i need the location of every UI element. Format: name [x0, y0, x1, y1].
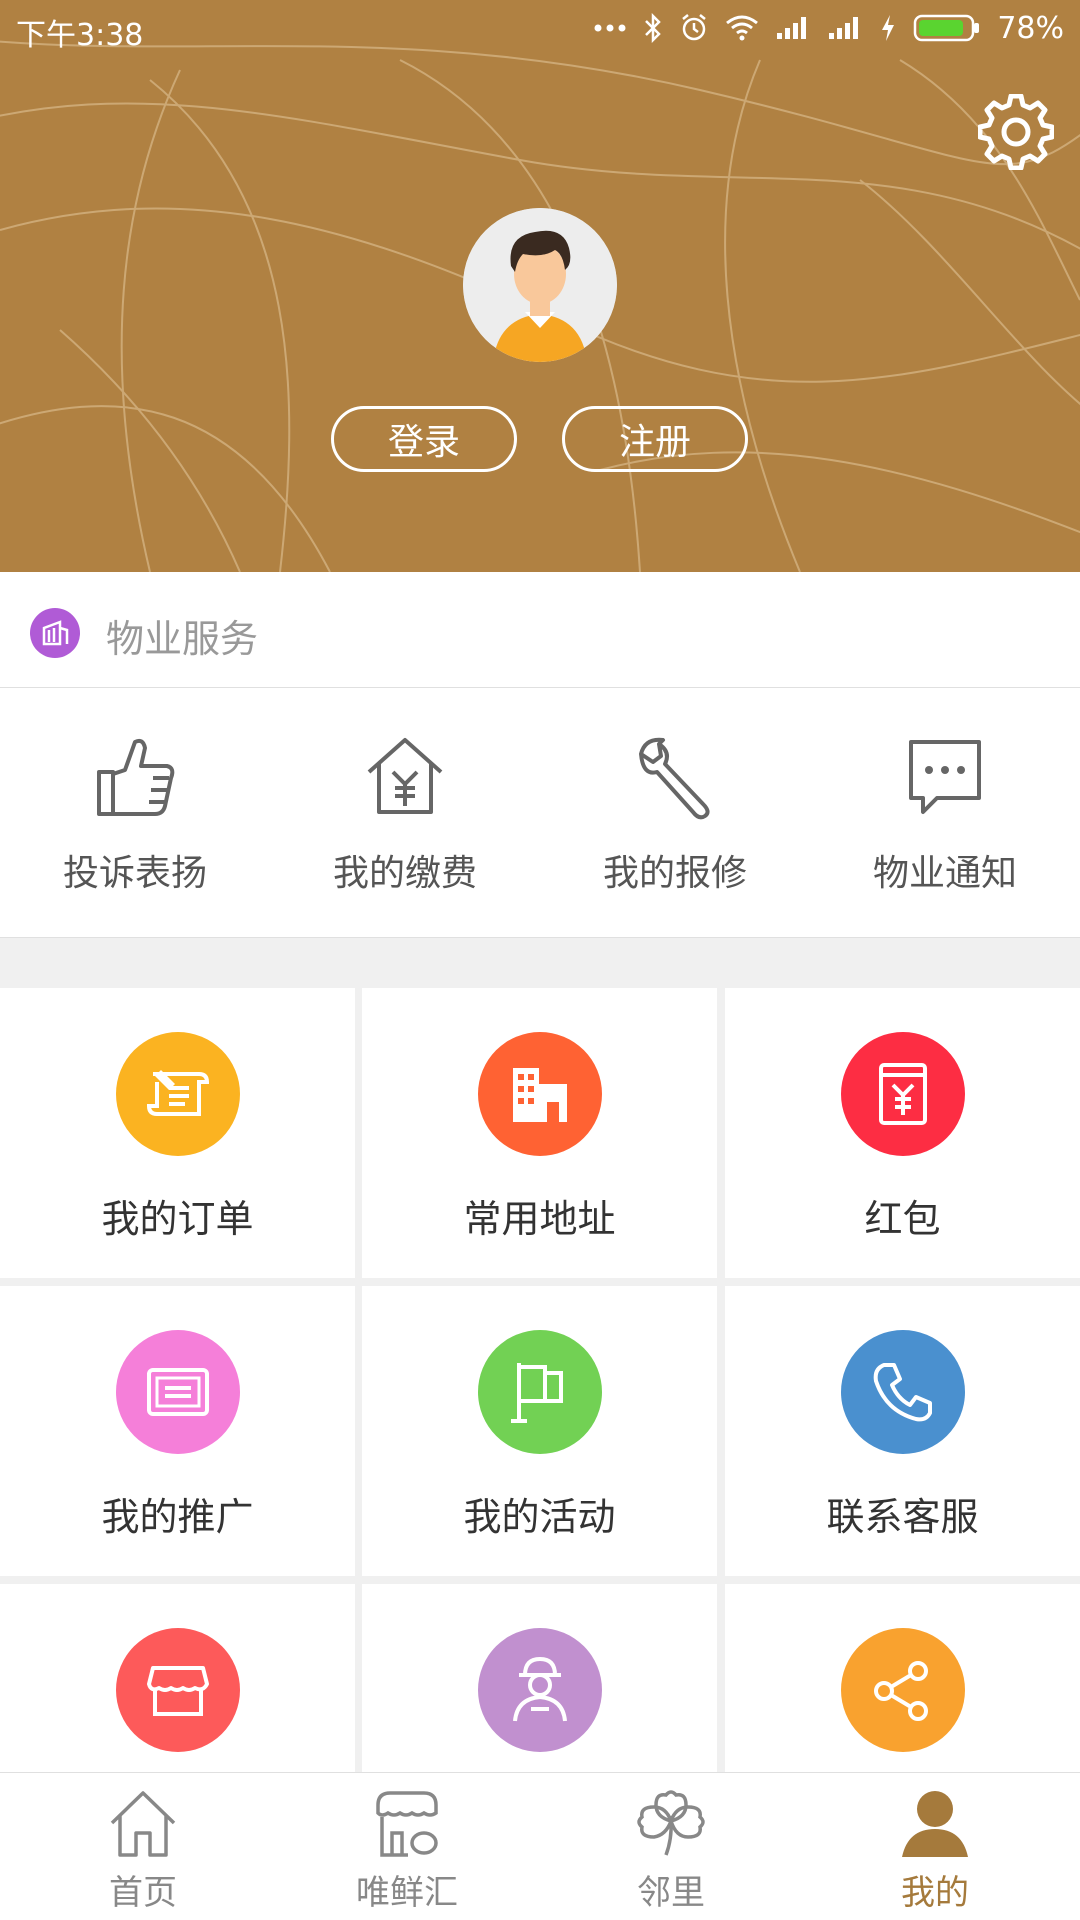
settings-button[interactable]	[977, 93, 1055, 171]
wrench-icon	[639, 737, 710, 820]
property-services-list: 投诉表扬 我的缴费 我的报修 物业通知	[0, 688, 1080, 938]
nav-item-home[interactable]: 首页	[8, 1773, 278, 1920]
property-item-notice[interactable]: 物业通知	[810, 688, 1080, 938]
profile-header: 下午3:38 78% 登录 注册	[0, 0, 1080, 572]
gear-icon	[977, 93, 1055, 171]
grid-item-address[interactable]: 常用地址	[362, 988, 717, 1278]
house-yen-icon	[367, 738, 443, 814]
grid-item-label: 联系客服	[826, 1495, 979, 1539]
nav-label: 唯鲜汇	[356, 1873, 458, 1913]
building-badge-icon	[30, 608, 80, 658]
feature-grid: 我的订单 常用地址 红包 我的推广 我的活动 联系客服	[0, 988, 1080, 1772]
property-item-label: 物业通知	[872, 853, 1017, 894]
property-item-payment[interactable]: 我的缴费	[270, 688, 540, 938]
nav-item-mine[interactable]: 我的	[800, 1773, 1070, 1920]
property-item-label: 我的缴费	[332, 853, 477, 894]
battery-percentage: 78%	[997, 10, 1064, 46]
signal-icon-2	[829, 17, 859, 39]
order-scroll-icon	[116, 1032, 240, 1156]
property-item-repair[interactable]: 我的报修	[540, 688, 810, 938]
property-item-label: 投诉表扬	[62, 853, 207, 894]
property-services-title: 物业服务	[106, 617, 259, 661]
share-icon	[841, 1628, 965, 1752]
grid-item-red-envelope[interactable]: 红包	[725, 988, 1080, 1278]
status-bar: 下午3:38 78%	[0, 0, 1080, 56]
grid-item-worker[interactable]	[362, 1584, 717, 1772]
chat-bubble-icon	[909, 740, 981, 814]
section-divider	[0, 938, 1080, 988]
nav-label: 我的	[901, 1873, 969, 1913]
shop-icon	[376, 1791, 438, 1857]
avatar[interactable]	[463, 208, 617, 362]
nav-item-neighbors[interactable]: 邻里	[536, 1773, 806, 1920]
alarm-icon	[682, 14, 707, 41]
grid-item-label: 常用地址	[463, 1197, 616, 1241]
grid-item-activity[interactable]: 我的活动	[362, 1286, 717, 1576]
nav-item-shop[interactable]: 唯鲜汇	[272, 1773, 542, 1920]
ticket-icon	[116, 1330, 240, 1454]
status-time: 下午3:38	[16, 18, 144, 53]
red-envelope-icon	[841, 1032, 965, 1156]
thumbs-up-icon	[97, 738, 175, 816]
grid-item-customer-service[interactable]: 联系客服	[725, 1286, 1080, 1576]
grid-item-orders[interactable]: 我的订单	[0, 988, 355, 1278]
building-icon	[478, 1032, 602, 1156]
wifi-icon	[726, 15, 759, 41]
register-button[interactable]: 注册	[562, 406, 748, 472]
grid-item-share[interactable]	[725, 1584, 1080, 1772]
flag-icon	[478, 1330, 602, 1454]
property-services-header: 物业服务	[0, 572, 1080, 688]
grid-item-label: 红包	[864, 1197, 941, 1241]
phone-icon	[841, 1330, 965, 1454]
home-icon	[110, 1791, 176, 1857]
grid-item-store[interactable]	[0, 1584, 355, 1772]
battery-icon	[914, 14, 980, 42]
grid-item-label: 我的订单	[101, 1197, 254, 1241]
user-avatar-icon	[463, 208, 617, 362]
worker-icon	[478, 1628, 602, 1752]
charging-icon	[882, 15, 895, 41]
nav-label: 首页	[109, 1873, 177, 1913]
login-button[interactable]: 登录	[331, 406, 517, 472]
grid-item-label: 我的活动	[463, 1495, 616, 1539]
more-dots-icon	[594, 24, 626, 32]
nav-label: 邻里	[637, 1873, 705, 1913]
bluetooth-icon	[645, 13, 662, 43]
property-item-complaint[interactable]: 投诉表扬	[0, 688, 270, 938]
property-item-label: 我的报修	[602, 853, 747, 894]
status-icons: 78%	[593, 8, 1064, 48]
grid-item-label: 我的推广	[101, 1495, 254, 1539]
bottom-navigation: 首页 唯鲜汇 邻里 我的	[0, 1772, 1080, 1920]
signal-icon	[777, 17, 807, 39]
grid-item-promotion[interactable]: 我的推广	[0, 1286, 355, 1576]
store-icon	[116, 1628, 240, 1752]
clover-icon	[637, 1790, 705, 1856]
person-icon	[902, 1791, 968, 1857]
